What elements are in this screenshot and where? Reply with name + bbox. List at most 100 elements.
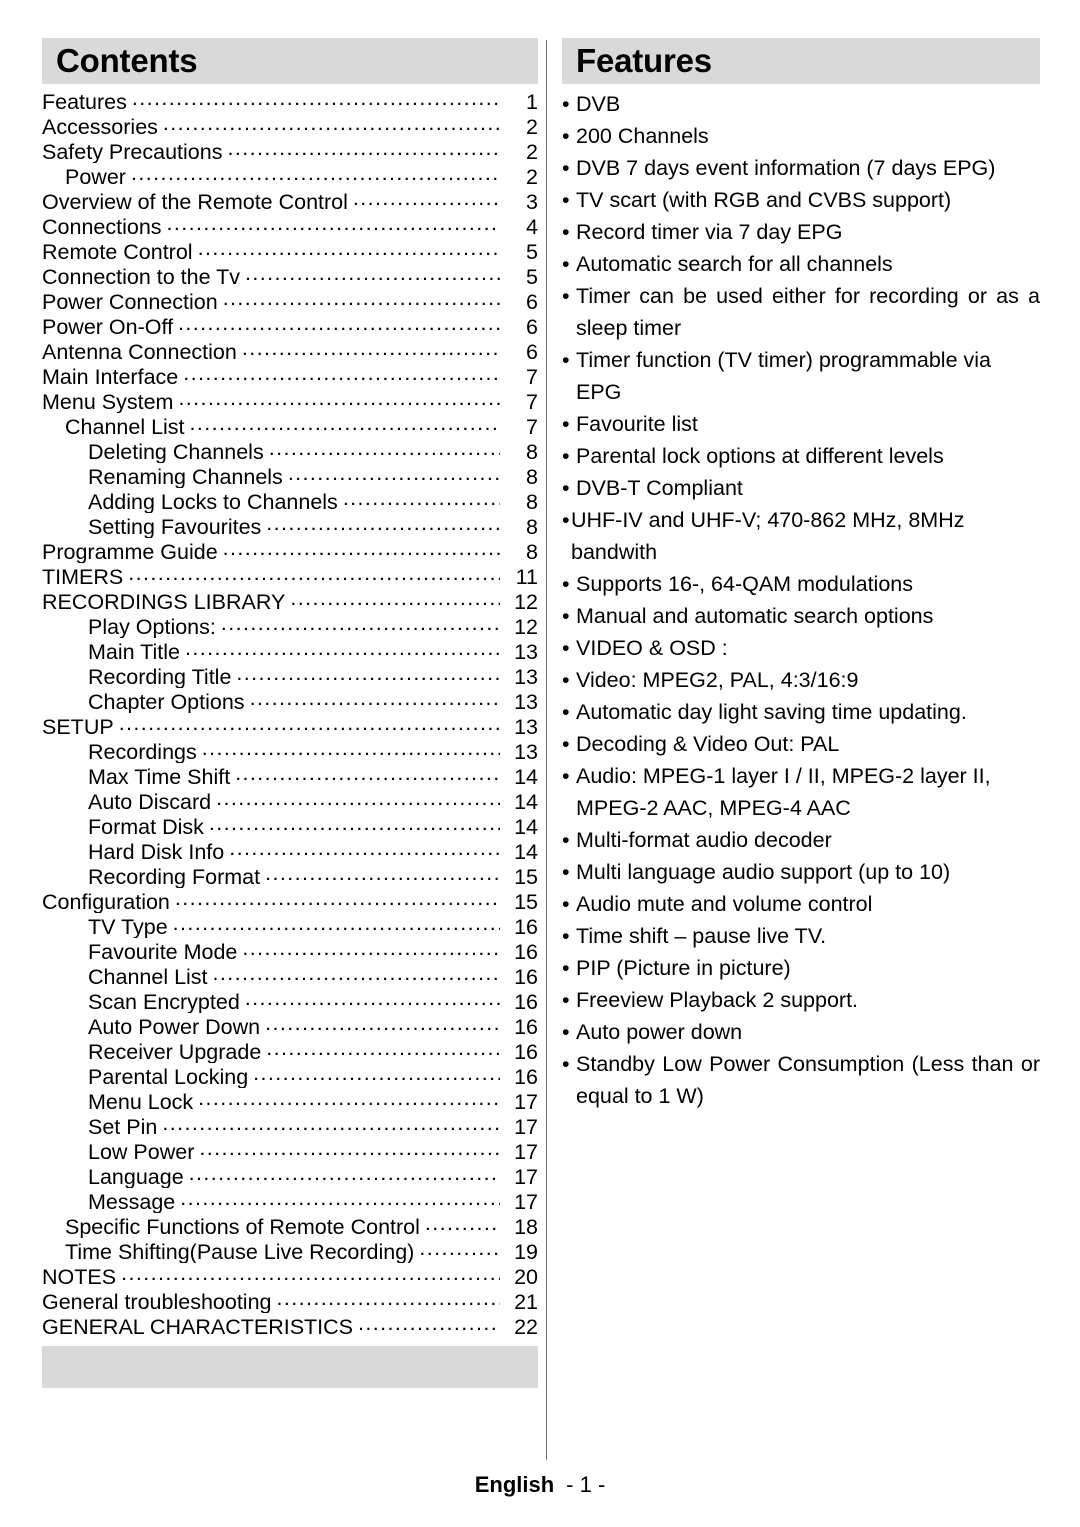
bullet-icon: • — [562, 476, 570, 500]
toc-entry[interactable]: Setting Favourites 8 — [42, 513, 538, 538]
toc-entry[interactable]: Scan Encrypted 16 — [42, 988, 538, 1013]
toc-entry[interactable]: Features 1 — [42, 88, 538, 113]
toc-entry[interactable]: Remote Control 5 — [42, 238, 538, 263]
toc-leader-dots — [167, 213, 500, 234]
toc-entry[interactable]: SETUP 13 — [42, 713, 538, 738]
toc-entry[interactable]: Safety Precautions 2 — [42, 138, 538, 163]
toc-leader-dots — [229, 838, 500, 859]
toc-entry[interactable]: Configuration 15 — [42, 888, 538, 913]
toc-entry[interactable]: Menu Lock 17 — [42, 1088, 538, 1113]
toc-entry[interactable]: Message 17 — [42, 1188, 538, 1213]
feature-item: • Record timer via 7 day EPG — [562, 216, 1040, 248]
toc-entry[interactable]: Specific Functions of Remote Control 18 — [42, 1213, 538, 1238]
feature-item-text: UHF-IV and UHF-V; 470-862 MHz, 8MHz band… — [571, 508, 965, 564]
toc-entry[interactable]: TIMERS 11 — [42, 563, 538, 588]
toc-leader-dots — [132, 88, 500, 109]
bullet-icon: • — [562, 284, 570, 308]
toc-leader-dots — [253, 1063, 500, 1084]
toc-entry[interactable]: Main Interface 7 — [42, 363, 538, 388]
toc-entry-page: 6 — [526, 290, 538, 313]
feature-item: • Time shift – pause live TV. — [562, 920, 1040, 952]
toc-entry-page: 15 — [514, 890, 538, 913]
toc-leader-dots — [131, 163, 500, 184]
toc-entry[interactable]: Time Shifting(Pause Live Recording) 19 — [42, 1238, 538, 1263]
toc-entry[interactable]: Connections 4 — [42, 213, 538, 238]
toc-entry[interactable]: Recording Title 13 — [42, 663, 538, 688]
feature-item: • Freeview Playback 2 support. — [562, 984, 1040, 1016]
toc-entry[interactable]: Recording Format 15 — [42, 863, 538, 888]
toc-entry[interactable]: Overview of the Remote Control 3 — [42, 188, 538, 213]
toc-entry-page: 17 — [514, 1140, 538, 1163]
toc-entry[interactable]: Accessories 2 — [42, 113, 538, 138]
toc-entry[interactable]: Receiver Upgrade 16 — [42, 1038, 538, 1063]
toc-entry[interactable]: Auto Power Down 16 — [42, 1013, 538, 1038]
toc-entry[interactable]: Play Options: 12 — [42, 613, 538, 638]
toc-entry[interactable]: Channel List 16 — [42, 963, 538, 988]
toc-entry-label: Channel List — [65, 415, 185, 438]
toc-entry-label: Overview of the Remote Control — [42, 190, 348, 213]
toc-entry[interactable]: Programme Guide 8 — [42, 538, 538, 563]
feature-item-text: DVB 7 days event information (7 days EPG… — [576, 156, 996, 180]
toc-entry-page: 13 — [514, 740, 538, 763]
toc-entry[interactable]: Language 17 — [42, 1163, 538, 1188]
toc-entry-label: Features — [42, 90, 127, 113]
toc-entry[interactable]: General troubleshooting 21 — [42, 1288, 538, 1313]
bullet-icon: • — [562, 636, 570, 660]
toc-entry-label: Message — [88, 1190, 176, 1213]
toc-entry[interactable]: Set Pin 17 — [42, 1113, 538, 1138]
toc-entry[interactable]: Chapter Options 13 — [42, 688, 538, 713]
toc-entry[interactable]: Main Title 13 — [42, 638, 538, 663]
feature-item-text: Supports 16-, 64-QAM modulations — [576, 572, 913, 596]
feature-item-text: Time shift – pause live TV. — [576, 924, 827, 948]
toc-entry-page: 11 — [515, 565, 538, 588]
toc-entry[interactable]: Power 2 — [42, 163, 538, 188]
feature-item: • Manual and automatic search options — [562, 600, 1040, 632]
toc-leader-dots — [343, 488, 500, 509]
bullet-icon: • — [562, 220, 570, 244]
toc-entry-label: Main Title — [88, 640, 181, 663]
feature-item: • TV scart (with RGB and CVBS support) — [562, 184, 1040, 216]
feature-item: • DVB-T Compliant — [562, 472, 1040, 504]
feature-item-text: Audio: MPEG-1 layer I / II, MPEG-2 layer… — [576, 764, 991, 820]
toc-entry-page: 20 — [514, 1265, 538, 1288]
toc-entry-page: 12 — [514, 615, 538, 638]
toc-entry-page: 8 — [526, 465, 538, 488]
toc-entry[interactable]: TV Type 16 — [42, 913, 538, 938]
toc-entry[interactable]: RECORDINGS LIBRARY 12 — [42, 588, 538, 613]
toc-entry[interactable]: Hard Disk Info 14 — [42, 838, 538, 863]
toc-entry[interactable]: Connection to the Tv 5 — [42, 263, 538, 288]
toc-leader-dots — [277, 1288, 501, 1309]
toc-entry[interactable]: Renaming Channels 8 — [42, 463, 538, 488]
features-heading: Features — [576, 41, 712, 79]
toc-entry-label: Accessories — [42, 115, 158, 138]
toc-entry[interactable]: GENERAL CHARACTERISTICS 22 — [42, 1313, 538, 1338]
toc-entry-page: 8 — [526, 440, 538, 463]
feature-item-text: Automatic search for all channels — [576, 252, 893, 276]
feature-item-text: Record timer via 7 day EPG — [576, 220, 843, 244]
toc-leader-dots — [198, 1088, 500, 1109]
toc-entry[interactable]: Favourite Mode 16 — [42, 938, 538, 963]
toc-entry[interactable]: Recordings 13 — [42, 738, 538, 763]
feature-item: • Audio: MPEG-1 layer I / II, MPEG-2 laye… — [562, 760, 1040, 824]
toc-entry-page: 2 — [526, 115, 538, 138]
toc-entry[interactable]: Adding Locks to Channels 8 — [42, 488, 538, 513]
feature-item: • PIP (Picture in picture) — [562, 952, 1040, 984]
toc-entry[interactable]: Menu System 7 — [42, 388, 538, 413]
toc-entry[interactable]: Power On-Off 6 — [42, 313, 538, 338]
toc-entry-page: 6 — [526, 340, 538, 363]
toc-entry-page: 4 — [526, 215, 538, 238]
toc-entry[interactable]: Power Connection 6 — [42, 288, 538, 313]
toc-leader-dots — [202, 738, 500, 759]
toc-entry[interactable]: NOTES 20 — [42, 1263, 538, 1288]
toc-entry-label: Antenna Connection — [42, 340, 237, 363]
toc-entry[interactable]: Parental Locking 16 — [42, 1063, 538, 1088]
toc-entry[interactable]: Channel List 7 — [42, 413, 538, 438]
toc-entry[interactable]: Low Power 17 — [42, 1138, 538, 1163]
toc-entry[interactable]: Auto Discard 14 — [42, 788, 538, 813]
bullet-icon: • — [562, 956, 570, 980]
toc-entry[interactable]: Format Disk 14 — [42, 813, 538, 838]
bullet-icon: • — [562, 828, 570, 852]
toc-entry[interactable]: Antenna Connection 6 — [42, 338, 538, 363]
toc-entry[interactable]: Max Time Shift 14 — [42, 763, 538, 788]
toc-entry[interactable]: Deleting Channels 8 — [42, 438, 538, 463]
